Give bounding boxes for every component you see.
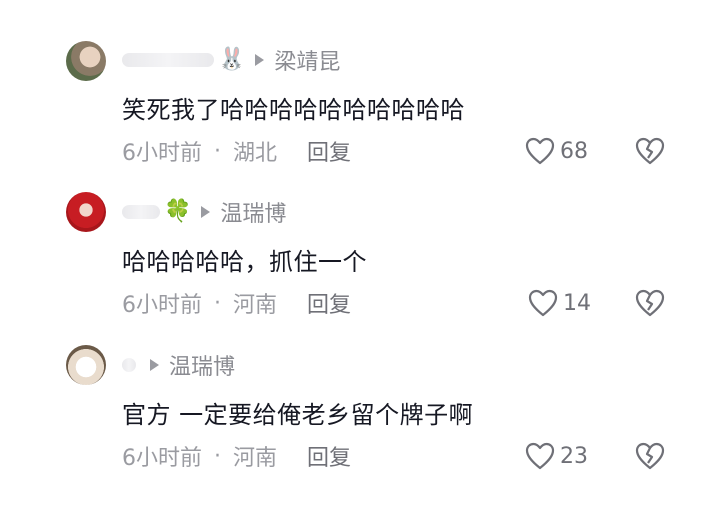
comment-item: 🐰 梁靖昆 笑死我了哈哈哈哈哈哈哈哈哈哈 6小时前 · 湖北 回复 68: [0, 38, 704, 188]
avatar[interactable]: [66, 41, 106, 81]
comment-location: 湖北: [233, 141, 278, 166]
reply-arrow-icon: [201, 206, 211, 218]
reply-button[interactable]: 回复: [307, 135, 351, 167]
comment-location: 河南: [233, 446, 278, 471]
dislike-button[interactable]: [634, 288, 666, 318]
reply-arrow-icon: [255, 54, 265, 66]
reply-button[interactable]: 回复: [307, 287, 351, 319]
reply-button[interactable]: 回复: [307, 440, 351, 472]
like-button[interactable]: 14: [527, 288, 591, 318]
avatar[interactable]: [66, 192, 106, 232]
broken-heart-icon: [635, 137, 665, 165]
like-button[interactable]: 68: [524, 136, 588, 166]
reply-to-username[interactable]: 温瑞博: [169, 349, 235, 381]
heart-outline-icon: [525, 442, 555, 470]
blurred-username[interactable]: [122, 53, 214, 67]
broken-heart-icon: [635, 289, 665, 317]
meta-separator: ·: [214, 443, 221, 469]
comment-text: 笑死我了哈哈哈哈哈哈哈哈哈哈: [122, 96, 465, 124]
comment-time: 6小时前: [122, 446, 202, 471]
meta-separator: ·: [214, 290, 221, 316]
comment-header: 🍀 温瑞博: [122, 197, 286, 227]
comment-item: 温瑞博 官方 一定要给俺老乡留个牌子啊 6小时前 · 河南 回复 23: [0, 343, 704, 493]
reply-to-username[interactable]: 梁靖昆: [274, 44, 340, 76]
like-count: 23: [560, 443, 588, 469]
broken-heart-icon: [635, 442, 665, 470]
comment-meta: 6小时前 · 河南 回复: [122, 440, 351, 472]
reply-arrow-icon: [150, 359, 159, 371]
like-button[interactable]: 23: [524, 441, 588, 471]
dislike-button[interactable]: [634, 441, 666, 471]
heart-outline-icon: [525, 137, 555, 165]
blurred-username[interactable]: [122, 358, 136, 372]
avatar[interactable]: [66, 345, 106, 385]
comment-time: 6小时前: [122, 141, 202, 166]
like-count: 14: [563, 290, 591, 316]
comment-header: 温瑞博: [122, 350, 235, 380]
like-count: 68: [560, 138, 588, 164]
comment-time: 6小时前: [122, 293, 202, 318]
comment-meta: 6小时前 · 河南 回复: [122, 287, 351, 319]
comment-text: 官方 一定要给俺老乡留个牌子啊: [122, 401, 474, 429]
comment-location: 河南: [233, 293, 278, 318]
meta-separator: ·: [214, 138, 221, 164]
dislike-button[interactable]: [634, 136, 666, 166]
blurred-username[interactable]: [122, 205, 160, 219]
reply-to-username[interactable]: 温瑞博: [220, 196, 286, 228]
comment-item: 🍀 温瑞博 哈哈哈哈哈，抓住一个 6小时前 · 河南 回复 14: [0, 190, 704, 340]
comment-text: 哈哈哈哈哈，抓住一个: [122, 248, 367, 276]
comment-header: 🐰 梁靖昆: [122, 45, 340, 75]
clover-emoji-icon: 🍀: [164, 199, 192, 224]
comment-meta: 6小时前 · 湖北 回复: [122, 135, 351, 167]
heart-outline-icon: [528, 289, 558, 317]
rabbit-emoji-icon: 🐰: [218, 47, 246, 72]
